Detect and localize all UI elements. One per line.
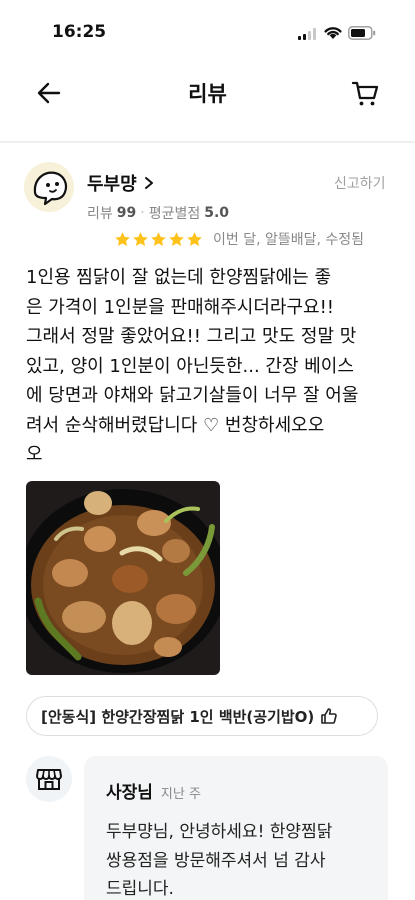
- owner-reply-bubble: 사장님 지난 주 두부먕님, 안녕하세요! 한양찜닭 쌍용점을 방문해주셔서 넘…: [84, 756, 388, 900]
- avg-rating-label: 평균별점: [148, 206, 201, 222]
- header-divider: [0, 141, 415, 143]
- review-count: 99: [116, 205, 137, 221]
- star-icon: [151, 231, 166, 246]
- battery-icon: [348, 26, 376, 40]
- cart-icon[interactable]: [350, 78, 380, 108]
- report-button[interactable]: 신고하기: [334, 173, 386, 193]
- review-count-label: 리뷰: [87, 206, 113, 222]
- reviewer-name-link[interactable]: 두부먕: [87, 170, 155, 196]
- menu-item-label: [안동식] 한양간장찜닭 1인 백반(공기밥O): [41, 707, 315, 726]
- status-time: 16:25: [52, 22, 107, 42]
- status-bar: 16:25: [0, 0, 415, 62]
- store-icon: [26, 756, 72, 802]
- owner-name: 사장님: [106, 783, 153, 803]
- thumbs-up-icon: [321, 708, 338, 724]
- top-nav-bar: 리뷰: [0, 62, 415, 122]
- star-icon: [133, 231, 148, 246]
- owner-reply-header: 사장님 지난 주: [106, 778, 201, 803]
- chevron-right-icon: [144, 177, 153, 189]
- avg-rating: 5.0: [204, 205, 230, 221]
- user-avatar[interactable]: [24, 162, 74, 212]
- star-rating: [114, 231, 203, 248]
- jjimdak-food-photo: [26, 481, 220, 675]
- owner-reply-text: 두부먕님, 안녕하세요! 한양찜닭 쌍용점을 방문해주셔서 넘 감사 드립니다.: [106, 822, 333, 899]
- wifi-icon: [324, 27, 342, 39]
- cellular-signal-icon: [298, 28, 318, 40]
- star-icon: [187, 231, 202, 246]
- star-icon: [115, 231, 130, 246]
- reviewer-stats: 리뷰 99 · 평균별점 5.0: [87, 203, 229, 223]
- owner-reply-time: 지난 주: [160, 787, 201, 802]
- ordered-menu-chip[interactable]: [안동식] 한양간장찜닭 1인 백반(공기밥O): [26, 696, 378, 736]
- review-meta: 이번 달, 알뜰배달, 수정됨: [213, 232, 365, 248]
- separator-dot: ·: [140, 205, 145, 221]
- reviewer-name: 두부먕: [87, 174, 137, 195]
- review-rating-row: 이번 달, 알뜰배달, 수정됨: [114, 229, 364, 249]
- cartoon-character-icon: [33, 171, 68, 206]
- star-icon: [169, 231, 184, 246]
- review-body: 1인용 찜닭이 잘 없는데 한양찜닭에는 좋 은 가격이 1인분을 판매해주시더…: [26, 267, 359, 465]
- review-photo[interactable]: [26, 481, 220, 675]
